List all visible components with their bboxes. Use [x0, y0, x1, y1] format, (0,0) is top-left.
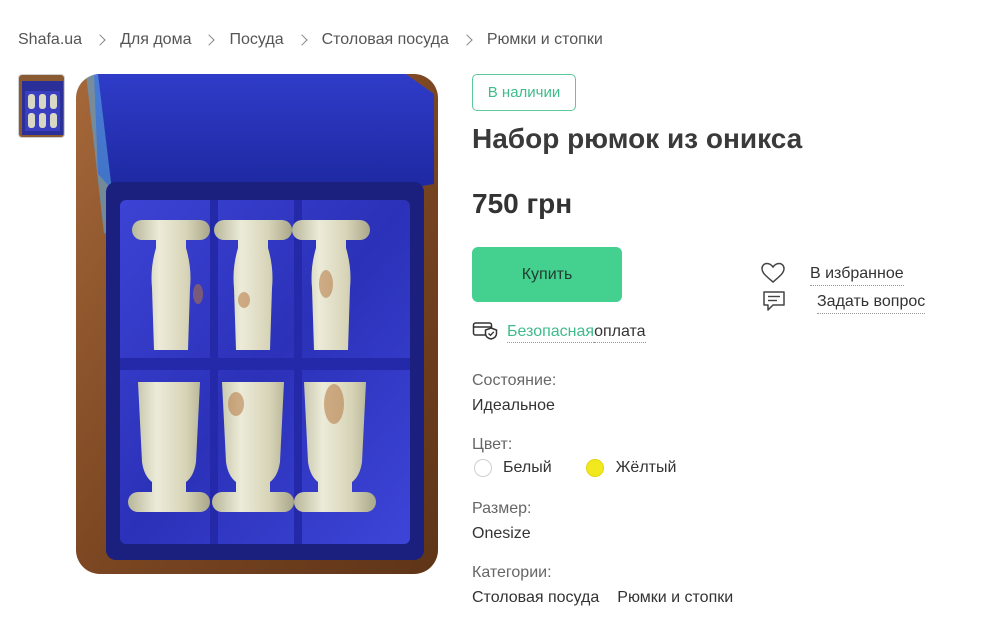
- ask-question[interactable]: Задать вопрос: [762, 290, 926, 317]
- categories-list: Столовая посуда Рюмки и стопки: [472, 589, 751, 607]
- secure-payment[interactable]: Безопасная оплата: [472, 320, 646, 345]
- chat-icon: [762, 290, 786, 317]
- add-to-favorites[interactable]: В избранное: [760, 262, 904, 289]
- breadcrumb-shot-glasses[interactable]: Рюмки и стопки: [487, 31, 603, 49]
- product-thumbnail[interactable]: [18, 74, 65, 138]
- color-swatch-white: [474, 459, 492, 477]
- secure-payment-label: оплата: [594, 323, 646, 343]
- buy-button[interactable]: Купить: [472, 247, 622, 302]
- category-tableware[interactable]: Столовая посуда: [472, 589, 599, 607]
- product-price: 750 грн: [472, 188, 573, 219]
- breadcrumb-tableware[interactable]: Столовая посуда: [322, 31, 449, 49]
- breadcrumb-home[interactable]: Shafa.ua: [18, 31, 82, 49]
- add-to-favorites-label: В избранное: [810, 265, 904, 286]
- color-swatch-yellow: [585, 459, 604, 477]
- chevron-right-icon: [94, 34, 106, 46]
- breadcrumb-home-goods[interactable]: Для дома: [120, 31, 191, 49]
- chevron-right-icon: [203, 34, 216, 46]
- breadcrumb-dishes[interactable]: Посуда: [229, 31, 283, 49]
- secure-payment-accent: Безопасная: [507, 323, 595, 343]
- breadcrumb: Shafa.ua Для дома Посуда Столовая посуда…: [18, 30, 603, 50]
- color-label: Цвет:: [472, 436, 513, 453]
- categories-label: Категории:: [472, 564, 552, 581]
- size-label: Размер:: [472, 500, 532, 517]
- product-title: Набор рюмок из оникса: [472, 123, 803, 154]
- chevron-right-icon: [295, 34, 308, 46]
- in-stock-badge: В наличии: [472, 74, 576, 111]
- condition-value: Идеальное: [472, 397, 555, 414]
- color-option-white: Белый: [503, 459, 552, 476]
- secure-payment-icon: [472, 320, 498, 345]
- heart-icon: [760, 262, 786, 289]
- color-options: Белый Жёлтый: [472, 459, 676, 477]
- product-photo[interactable]: [76, 74, 438, 574]
- category-shot-glasses[interactable]: Рюмки и стопки: [617, 589, 733, 607]
- size-value: Onesize: [472, 525, 531, 542]
- chevron-right-icon: [461, 34, 473, 46]
- color-option-yellow: Жёлтый: [615, 459, 677, 476]
- ask-question-label: Задать вопрос: [817, 293, 926, 314]
- condition-label: Состояние:: [472, 372, 557, 389]
